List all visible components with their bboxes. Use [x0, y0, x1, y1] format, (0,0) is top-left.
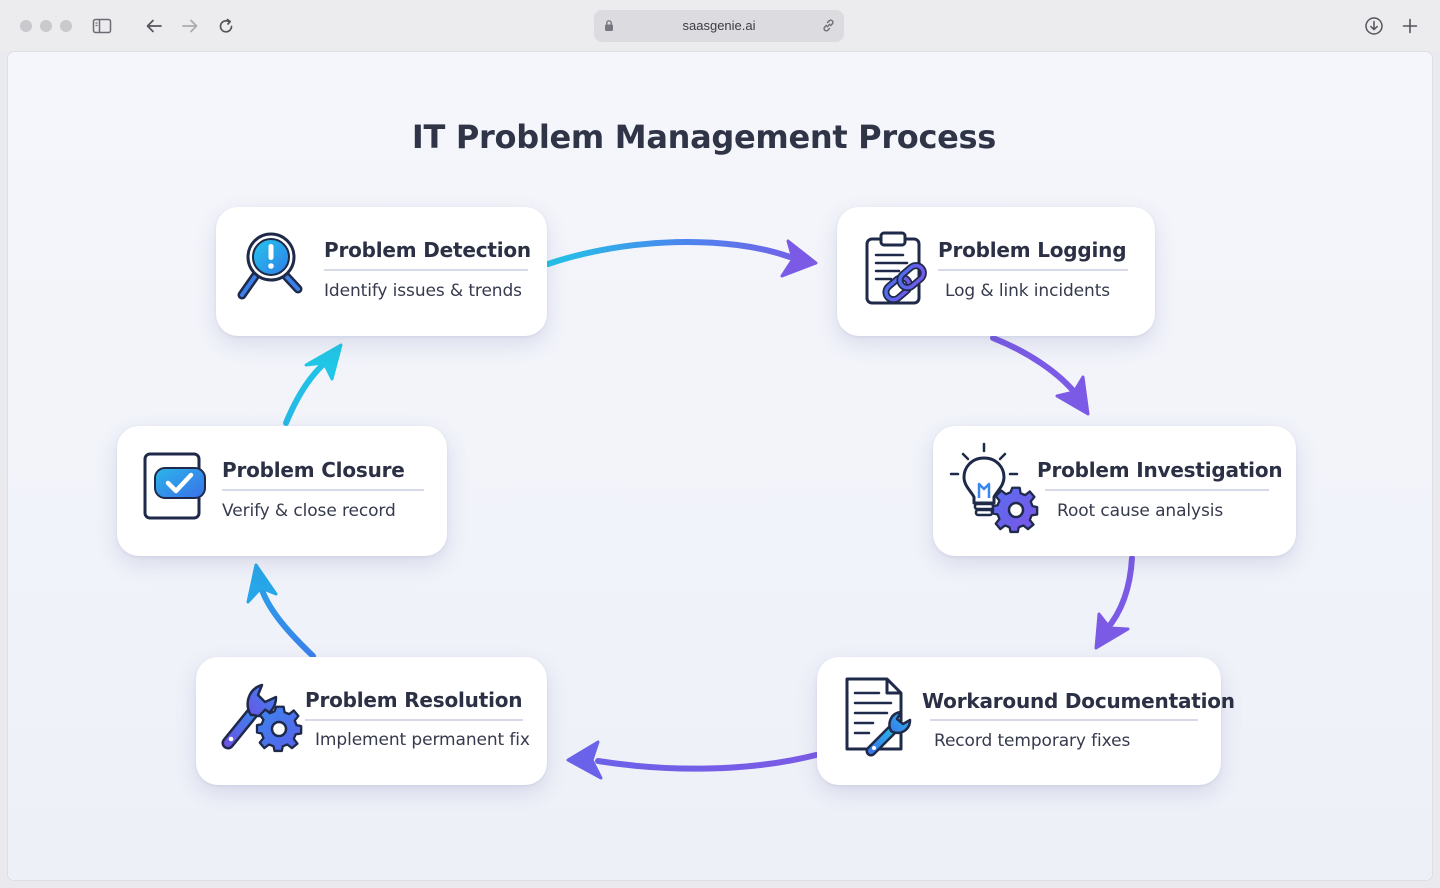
- step-divider: [1045, 489, 1269, 491]
- step-subtitle: Identify issues & trends: [324, 281, 522, 301]
- window-zoom-button[interactable]: [60, 20, 72, 32]
- step-title: Problem Closure: [222, 458, 405, 482]
- arrow-resolution-to-closure: [259, 587, 316, 659]
- window-minimize-button[interactable]: [40, 20, 52, 32]
- download-icon[interactable]: [1362, 14, 1386, 38]
- link-icon[interactable]: [821, 18, 836, 38]
- magnifier-alert-icon: [234, 229, 310, 314]
- arrow-investigation-to-workaround: [1103, 555, 1135, 633]
- checkbox-icon: [141, 450, 209, 527]
- arrow-workaround-to-resolution: [595, 752, 819, 772]
- step-subtitle: Record temporary fixes: [934, 731, 1131, 751]
- step-card-problem-resolution: Problem Resolution Implement permanent f…: [196, 657, 547, 785]
- step-card-problem-closure: Problem Closure Verify & close record: [117, 426, 447, 556]
- forward-arrow-icon[interactable]: [178, 14, 202, 38]
- url-text: saasgenie.ai: [682, 18, 756, 33]
- step-divider: [938, 269, 1128, 271]
- step-title: Problem Detection: [324, 238, 531, 262]
- sidebar-toggle-icon[interactable]: [90, 14, 114, 38]
- page-content: IT Problem Management Process Problem De…: [8, 52, 1432, 880]
- step-divider: [930, 719, 1198, 721]
- document-wrench-icon: [843, 675, 923, 766]
- step-card-problem-detection: Problem Detection Identify issues & tren…: [216, 207, 547, 336]
- step-subtitle: Verify & close record: [222, 501, 396, 521]
- step-title: Problem Investigation: [1037, 458, 1283, 482]
- step-subtitle: Implement permanent fix: [315, 730, 530, 750]
- step-subtitle: Log & link incidents: [945, 281, 1111, 301]
- address-bar[interactable]: saasgenie.ai: [594, 10, 844, 42]
- step-title: Workaround Documentation: [922, 689, 1235, 713]
- clipboard-link-icon: [863, 229, 933, 316]
- arrow-logging-to-investigation: [990, 335, 1079, 397]
- lightbulb-gear-icon: [949, 442, 1045, 541]
- step-subtitle: Root cause analysis: [1057, 501, 1224, 521]
- step-card-problem-logging: Problem Logging Log & link incidents: [837, 207, 1155, 336]
- step-title: Problem Resolution: [305, 688, 523, 712]
- step-title: Problem Logging: [938, 238, 1127, 262]
- back-arrow-icon[interactable]: [142, 14, 166, 38]
- reload-icon[interactable]: [214, 14, 238, 38]
- browser-toolbar: saasgenie.ai: [0, 0, 1440, 52]
- step-divider: [324, 269, 528, 271]
- arrow-closure-to-detection: [283, 359, 329, 426]
- step-card-problem-investigation: Problem Investigation Root cause analysi…: [933, 426, 1296, 556]
- step-card-workaround-documentation: Workaround Documentation Record temporar…: [817, 657, 1235, 785]
- new-tab-icon[interactable]: [1398, 14, 1422, 38]
- window-close-button[interactable]: [20, 20, 32, 32]
- step-divider: [305, 719, 523, 721]
- step-divider: [222, 489, 424, 491]
- arrow-detection-to-logging: [545, 238, 793, 267]
- wrench-gear-icon: [218, 673, 310, 760]
